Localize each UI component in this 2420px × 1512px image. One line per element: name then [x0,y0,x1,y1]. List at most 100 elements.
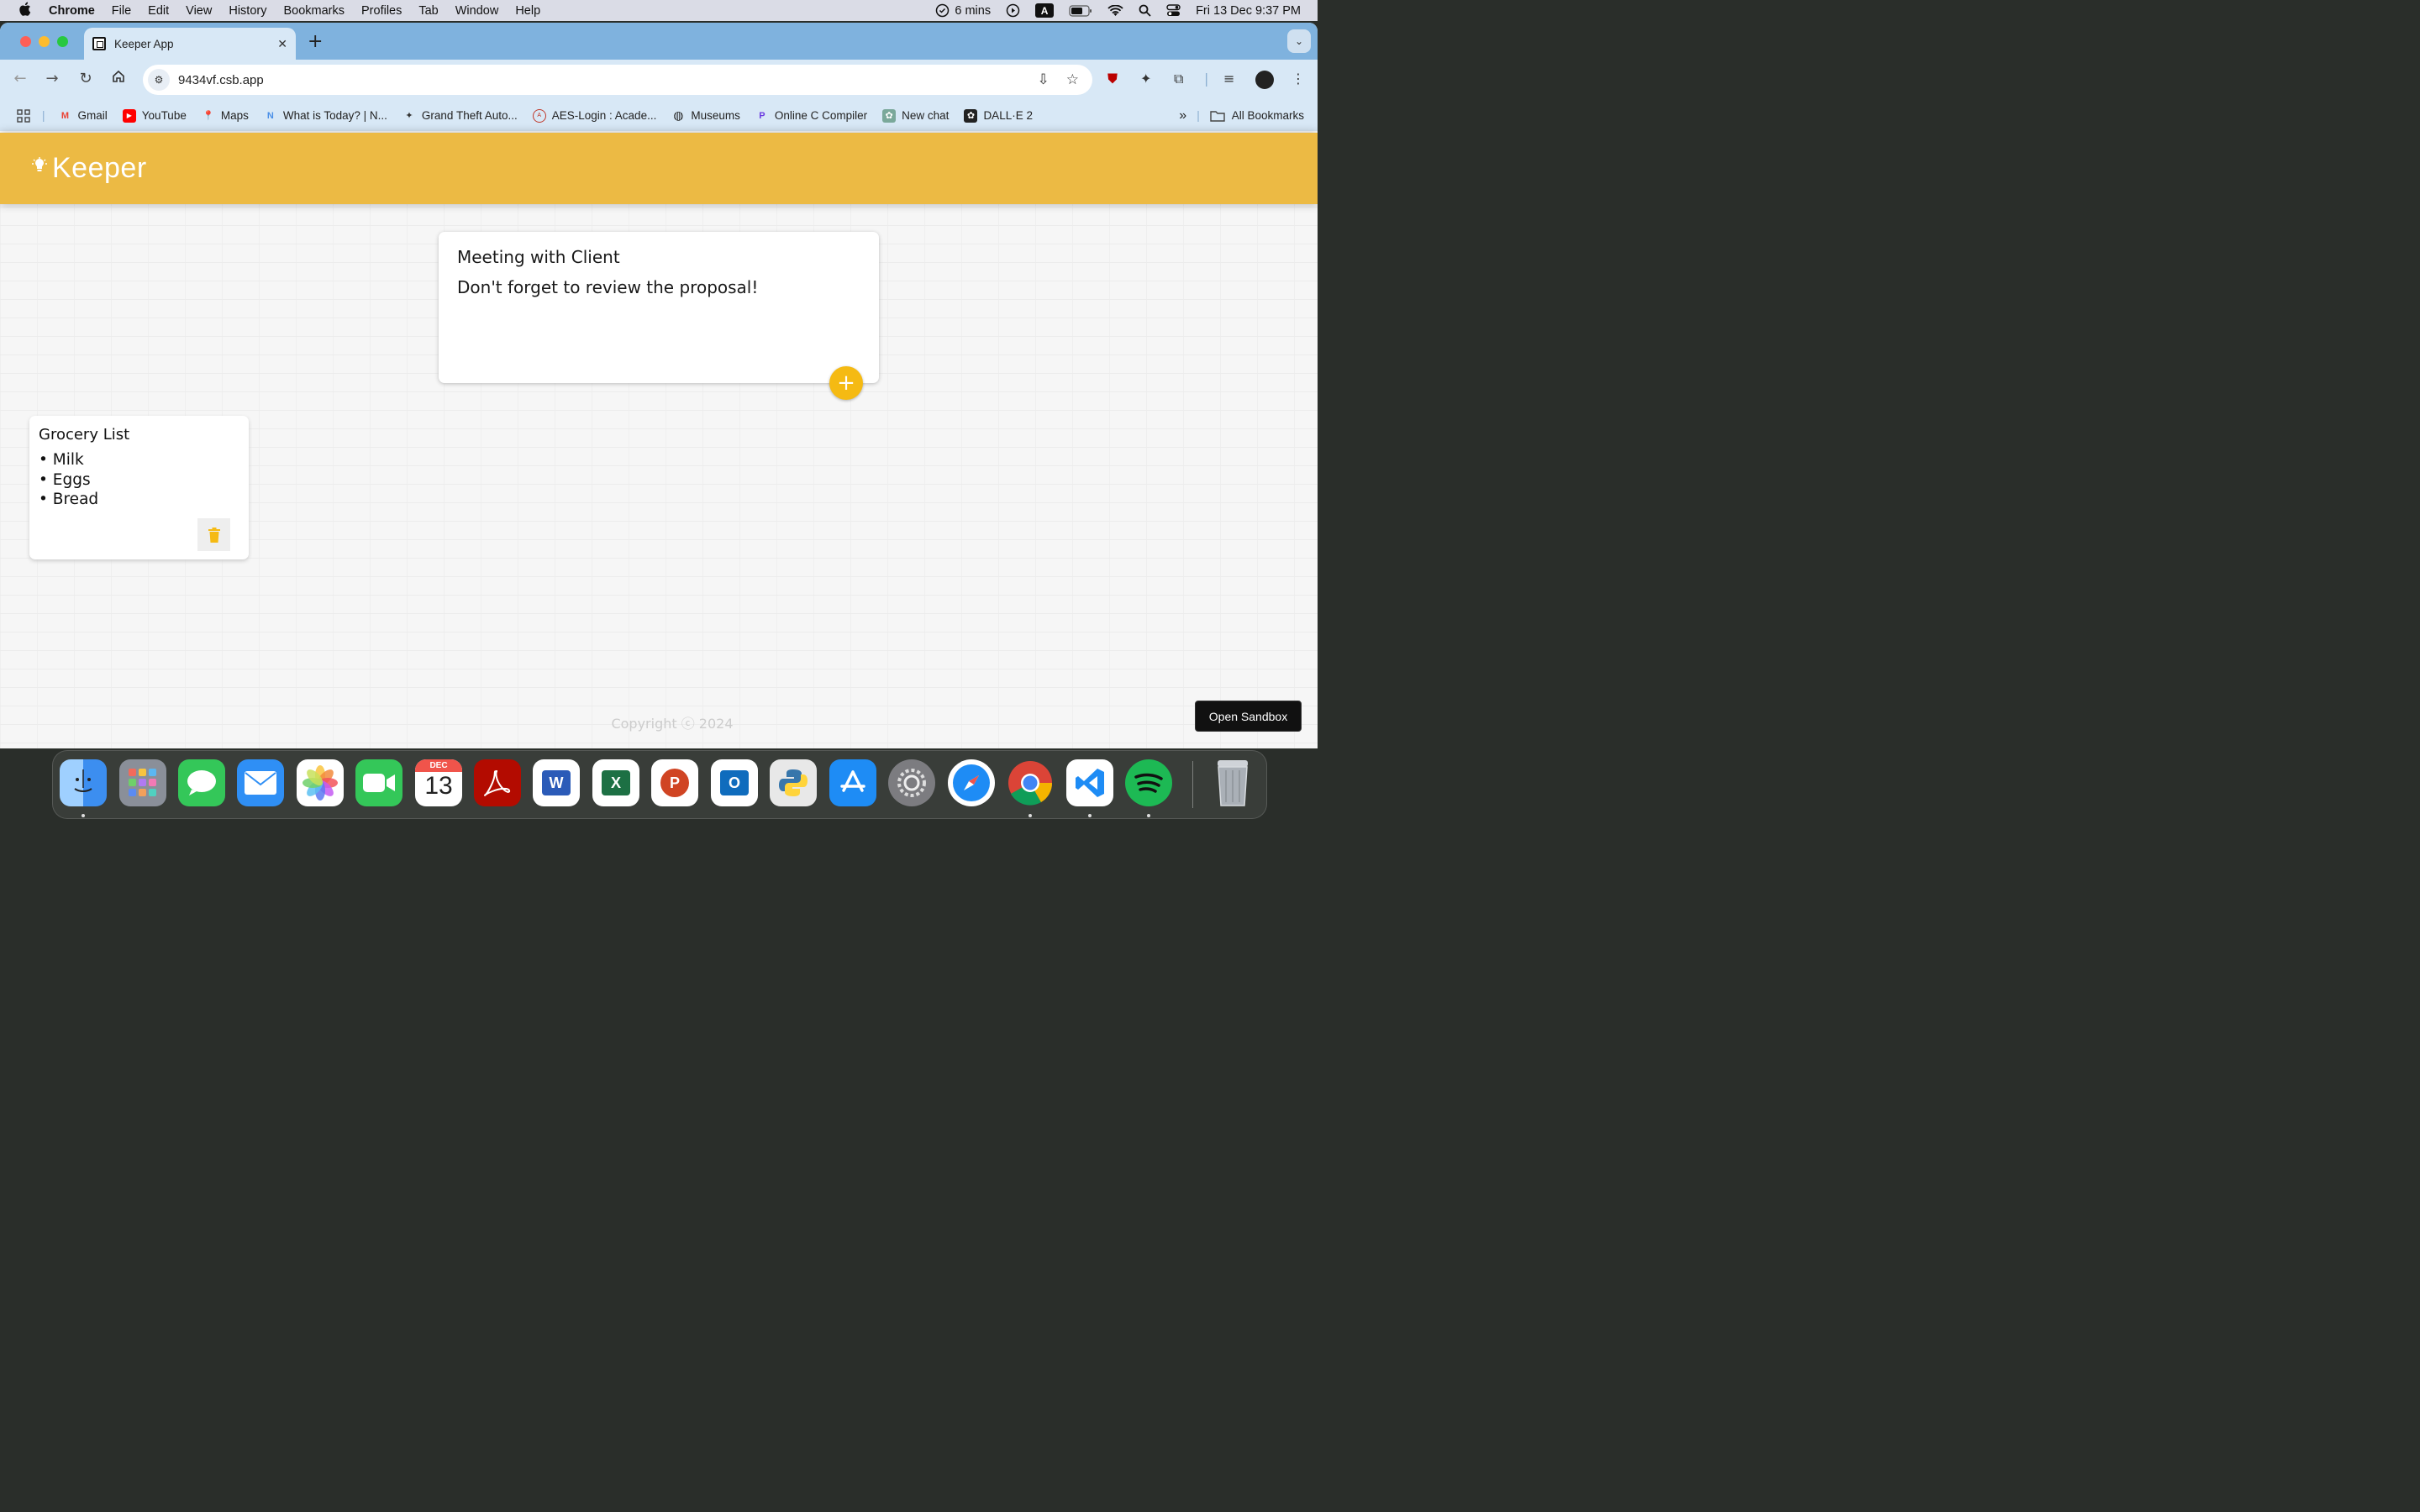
menu-profiles[interactable]: Profiles [361,4,402,18]
bookmark-aes-login[interactable]: A AES-Login : Acade... [532,108,656,123]
site-settings-icon[interactable]: ⚙ [148,69,170,91]
bookmark-label: Maps [220,109,249,122]
apps-grid-icon[interactable] [17,108,30,123]
back-arrow-icon[interactable]: ← [10,70,30,87]
bookmark-youtube[interactable]: ▶ YouTube [122,108,187,123]
create-note-form: Meeting with Client Don't forget to revi… [439,232,879,400]
python-icon[interactable] [770,759,817,806]
profile-avatar[interactable] [1255,71,1274,89]
trash-icon[interactable] [1209,759,1256,806]
open-sandbox-button[interactable]: Open Sandbox [1195,701,1302,732]
system-settings-icon[interactable] [888,759,935,806]
menu-bookmarks[interactable]: Bookmarks [283,4,345,18]
browser-window: Keeper App ✕ + ⌄ ← → ↻ ⚙ 9434vf.csb.app … [0,23,1318,748]
menu-app-name[interactable]: Chrome [49,4,95,18]
menu-window[interactable]: Window [455,4,499,18]
note-title: Grocery List [39,426,130,444]
address-bar[interactable]: ⚙ 9434vf.csb.app ⇩ ☆ [143,65,1092,95]
excel-icon[interactable]: X [592,759,639,806]
bookmark-label: YouTube [141,109,187,122]
tab-keeper-app[interactable]: Keeper App ✕ [84,28,296,60]
add-note-button[interactable]: + [829,366,863,400]
powerpoint-icon[interactable]: P [651,759,698,806]
more-bookmarks-chevron-icon[interactable]: » [1179,108,1186,123]
chrome-menu-icon[interactable]: ⋮ [1292,71,1305,87]
youtube-icon: ▶ [122,108,136,123]
new-tab-button[interactable]: + [308,31,323,52]
menu-view[interactable]: View [186,4,212,18]
tab-search-chevron-icon[interactable]: ⌄ [1287,29,1311,53]
clock-datetime[interactable]: Fri 13 Dec 9:37 PM [1196,4,1301,18]
bookmark-museums[interactable]: ◍ Museums [671,108,740,123]
note-title-input[interactable]: Meeting with Client [457,247,860,267]
bookmark-online-c-compiler[interactable]: P Online C Compiler [755,109,867,123]
wifi-icon[interactable] [1107,4,1123,17]
bookmark-gmail[interactable]: M Gmail [59,109,108,123]
address-url[interactable]: 9434vf.csb.app [178,73,264,87]
menu-history[interactable]: History [229,4,266,18]
vscode-icon[interactable] [1066,759,1113,806]
media-controls-icon[interactable]: ≡ [1223,71,1234,87]
bookmark-label: DALL·E 2 [983,109,1033,122]
all-bookmarks-label: All Bookmarks [1231,109,1304,122]
tab-title: Keeper App [114,37,174,50]
launchpad-icon[interactable] [119,759,166,806]
bookmark-dalle-2[interactable]: ✿ DALL·E 2 [964,108,1033,123]
tab-close-icon[interactable]: ✕ [277,37,287,51]
install-app-icon[interactable]: ⇩ [1038,71,1050,88]
app-store-icon[interactable] [829,759,876,806]
apple-menu-icon[interactable] [18,2,35,19]
bookmark-maps[interactable]: 📍 Maps [202,109,249,123]
reload-icon[interactable]: ↻ [76,70,96,87]
bookmark-new-chat[interactable]: ✿ New chat [882,108,949,123]
facetime-icon[interactable] [355,759,402,806]
bookmark-what-is-today[interactable]: N What is Today? | N... [264,109,387,123]
extension-cat-icon[interactable]: ✦ [1140,71,1151,87]
messages-icon[interactable] [178,759,225,806]
close-window-button[interactable] [20,36,31,47]
bookmark-star-icon[interactable]: ☆ [1066,71,1079,88]
bookmark-gta[interactable]: ✦ Grand Theft Auto... [402,109,517,123]
minimize-window-button[interactable] [39,36,50,47]
app-brand-title: Keeper [52,152,147,184]
bookmark-label: Online C Compiler [774,109,868,122]
chrome-icon[interactable] [1007,759,1054,806]
timer-icon [936,3,950,18]
aes-icon: A [532,108,546,123]
menu-file[interactable]: File [112,4,131,18]
play-status-icon[interactable] [1006,3,1020,18]
control-center-icon[interactable] [1166,4,1181,17]
finder-icon[interactable] [60,759,107,806]
calendar-icon[interactable]: DEC 13 [415,759,462,806]
globe-icon: ◍ [673,108,684,122]
menu-edit[interactable]: Edit [148,4,169,18]
zoom-window-button[interactable] [57,36,68,47]
ublock-extension-icon[interactable]: ⛊ [1107,71,1118,87]
plus-icon: + [837,370,855,396]
extensions-puzzle-icon[interactable]: ⧉ [1174,71,1183,87]
home-icon[interactable] [108,70,129,87]
spotify-icon[interactable] [1125,759,1172,806]
tab-strip: Keeper App ✕ + ⌄ [0,23,1318,60]
menu-tab[interactable]: Tab [418,4,438,18]
page-footer: Copyright ⓒ 2024 [611,716,734,732]
word-icon[interactable]: W [533,759,580,806]
photos-icon[interactable] [297,759,344,806]
battery-icon[interactable] [1069,4,1092,17]
acrobat-icon[interactable] [474,759,521,806]
delete-note-button[interactable] [197,518,230,551]
input-source-icon[interactable]: A [1035,3,1055,18]
forward-arrow-icon[interactable]: → [42,70,62,87]
lightbulb-icon [32,156,47,181]
all-bookmarks-folder[interactable]: All Bookmarks [1210,109,1304,122]
timer-status[interactable]: 6 mins [935,3,991,18]
chatgpt-icon: ✿ [882,108,897,123]
bookmark-label: Gmail [77,109,108,122]
safari-icon[interactable] [948,759,995,806]
spotlight-search-icon[interactable] [1139,4,1151,17]
menu-help[interactable]: Help [515,4,540,18]
mail-icon[interactable] [237,759,284,806]
note-content-textarea[interactable]: Don't forget to review the proposal! [457,277,860,297]
outlook-icon[interactable]: O [711,759,758,806]
bookmark-label: What is Today? | N... [282,109,387,122]
